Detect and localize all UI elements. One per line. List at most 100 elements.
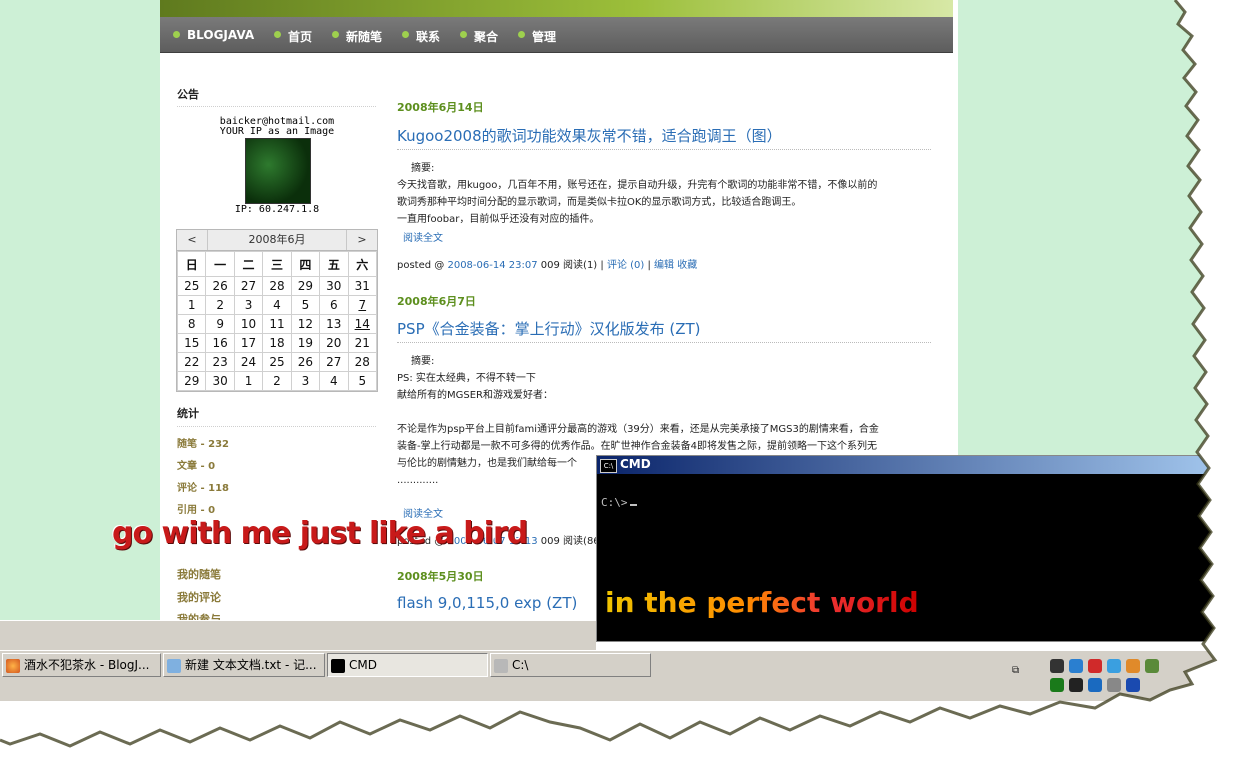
- link-my-posts[interactable]: 我的随笔: [177, 566, 221, 582]
- calendar-day: 26: [205, 276, 235, 296]
- calendar-day-link[interactable]: 14: [347, 314, 378, 334]
- calendar-day: 16: [205, 333, 235, 353]
- tray-icon[interactable]: [1050, 659, 1064, 673]
- edit-link[interactable]: 编辑: [654, 260, 674, 271]
- calendar-day: 26: [290, 352, 321, 372]
- cmd-titlebar[interactable]: C:\ CMD: [597, 456, 1237, 474]
- summary-label: 摘要:: [411, 356, 435, 367]
- weekday: 日: [176, 251, 207, 277]
- calendar-week: 15 16 17 18 19 20 21: [176, 333, 378, 353]
- tray-icon[interactable]: [1088, 659, 1102, 673]
- nav-aggregate[interactable]: 聚合: [459, 28, 498, 45]
- nav-contact[interactable]: 联系: [401, 28, 440, 45]
- link-my-participation[interactable]: 我的参与: [177, 611, 221, 620]
- posted-date-link[interactable]: 2008-06-14 23:07: [447, 260, 537, 271]
- nav-new-post[interactable]: 新随笔: [331, 28, 382, 45]
- calendar-day: 28: [347, 352, 378, 372]
- calendar-day-link[interactable]: 7: [347, 295, 378, 315]
- post-line: 歌词秀那种平均时间分配的显示歌词，而是类似卡拉OK的显示歌词方式，比较适合跑调王…: [397, 197, 802, 208]
- favorite-link[interactable]: 收藏: [677, 260, 697, 271]
- calendar-day: 1: [233, 371, 264, 391]
- tray-icon[interactable]: [1126, 678, 1140, 692]
- link-my-comments[interactable]: 我的评论: [177, 589, 221, 605]
- tray-icon[interactable]: [1107, 678, 1121, 692]
- calendar-day: 29: [290, 276, 321, 296]
- post-title-link[interactable]: Kugoo2008的歌词功能效果灰常不错，适合跑调王（图）: [397, 125, 782, 146]
- tray-icon[interactable]: [1145, 659, 1159, 673]
- calendar-day: 12: [290, 314, 321, 334]
- calendar-day: 28: [262, 276, 292, 296]
- calendar-day: 2: [262, 371, 292, 391]
- calendar-day: 6: [319, 295, 349, 315]
- ip-caption: YOUR IP as an Image: [219, 126, 335, 137]
- calendar-day: 27: [319, 352, 349, 372]
- nav-manage[interactable]: 管理: [517, 28, 556, 45]
- calendar-day: 3: [290, 371, 321, 391]
- comments-link[interactable]: 评论 (0): [607, 260, 644, 271]
- calendar: < 2008年6月 > 日 一 二 三 四 五 六 25 26 27 28 29…: [176, 229, 378, 392]
- task-notepad[interactable]: 新建 文本文档.txt - 记...: [163, 653, 325, 677]
- calendar-day: 18: [262, 333, 292, 353]
- posted-prefix: posted @: [397, 260, 445, 271]
- calendar-week: 1 2 3 4 5 6 7: [176, 295, 378, 315]
- calendar-day: 15: [176, 333, 207, 353]
- task-label: CMD: [349, 658, 377, 672]
- cmd-prompt[interactable]: C:\>: [601, 496, 637, 509]
- calendar-week: 8 9 10 11 12 13 14: [176, 314, 378, 334]
- task-cmd[interactable]: CMD: [327, 653, 488, 677]
- tray-icon[interactable]: [1069, 659, 1083, 673]
- calendar-prev-button[interactable]: <: [177, 230, 208, 250]
- overlay-caption: go with me just like a bird: [112, 516, 528, 551]
- taskbar: 酒水不犯茶水 - BlogJ... 新建 文本文档.txt - 记... CMD…: [0, 650, 1254, 701]
- tray-icon[interactable]: [1088, 678, 1102, 692]
- calendar-day: 11: [262, 314, 292, 334]
- summary-label: 摘要:: [411, 163, 435, 174]
- notepad-icon: [167, 658, 181, 673]
- overlay-caption: in the perfect world: [605, 586, 919, 619]
- calendar-day: 13: [319, 314, 349, 334]
- calendar-week: 25 26 27 28 29 30 31: [176, 276, 378, 296]
- calendar-day: 22: [176, 352, 207, 372]
- calendar-title: 2008年6月: [248, 233, 306, 246]
- drive-icon: [494, 658, 508, 673]
- firefox-icon: [6, 658, 20, 673]
- post-line: 装备-掌上行动都是一款不可多得的优秀作品。在旷世神作合金装备4即将发售之际，提前…: [397, 441, 877, 452]
- calendar-day: 20: [319, 333, 349, 353]
- calendar-week: 29 30 1 2 3 4 5: [176, 371, 378, 391]
- post-footer: posted @ 2008-06-14 23:07 009 阅读(1) | 评论…: [397, 260, 698, 271]
- tray-icon[interactable]: [1050, 678, 1064, 692]
- calendar-day: 23: [205, 352, 235, 372]
- nav-blogjava[interactable]: BLOGJAVA: [172, 28, 254, 42]
- calendar-next-button[interactable]: >: [346, 230, 377, 250]
- calendar-header: < 2008年6月 >: [177, 230, 377, 251]
- calendar-day: 4: [262, 295, 292, 315]
- restore-icon[interactable]: ⧉: [1012, 665, 1019, 676]
- calendar-day: 17: [233, 333, 264, 353]
- calendar-day: 21: [347, 333, 378, 353]
- tray-icon[interactable]: [1107, 659, 1121, 673]
- task-firefox[interactable]: 酒水不犯茶水 - BlogJ...: [2, 653, 161, 677]
- divider: [177, 426, 376, 427]
- read-more-link[interactable]: 阅读全文: [403, 229, 443, 244]
- tray-icon[interactable]: [1069, 678, 1083, 692]
- calendar-day: 30: [319, 276, 349, 296]
- cmd-icon: [331, 658, 345, 673]
- calendar-day: 10: [233, 314, 264, 334]
- tray-icon[interactable]: [1126, 659, 1140, 673]
- post-line: 不论是作为psp平台上目前fami通评分最高的游戏（39分）来看，还是从完美承接…: [397, 424, 879, 435]
- post-title-link[interactable]: PSP《合金装备：掌上行动》汉化版发布 (ZT): [397, 318, 701, 339]
- task-label: 新建 文本文档.txt - 记...: [185, 658, 317, 672]
- blog-banner: [160, 0, 953, 17]
- calendar-day: 4: [319, 371, 349, 391]
- task-explorer[interactable]: C:\: [490, 653, 651, 677]
- nav-home[interactable]: 首页: [273, 28, 312, 45]
- calendar-day: 25: [262, 352, 292, 372]
- post-title-link[interactable]: flash 9,0,115,0 exp (ZT): [397, 594, 577, 612]
- calendar-day: 25: [176, 276, 207, 296]
- post-line: 今天找音歌，用kugoo，几百年不用，账号还在，提示自动升级，升完有个歌词的功能…: [397, 180, 878, 191]
- weekday: 六: [347, 251, 378, 277]
- calendar-day: 30: [205, 371, 235, 391]
- cmd-title: CMD: [620, 457, 651, 471]
- stat-comments: 评论 - 118: [177, 483, 229, 494]
- divider: [397, 149, 931, 150]
